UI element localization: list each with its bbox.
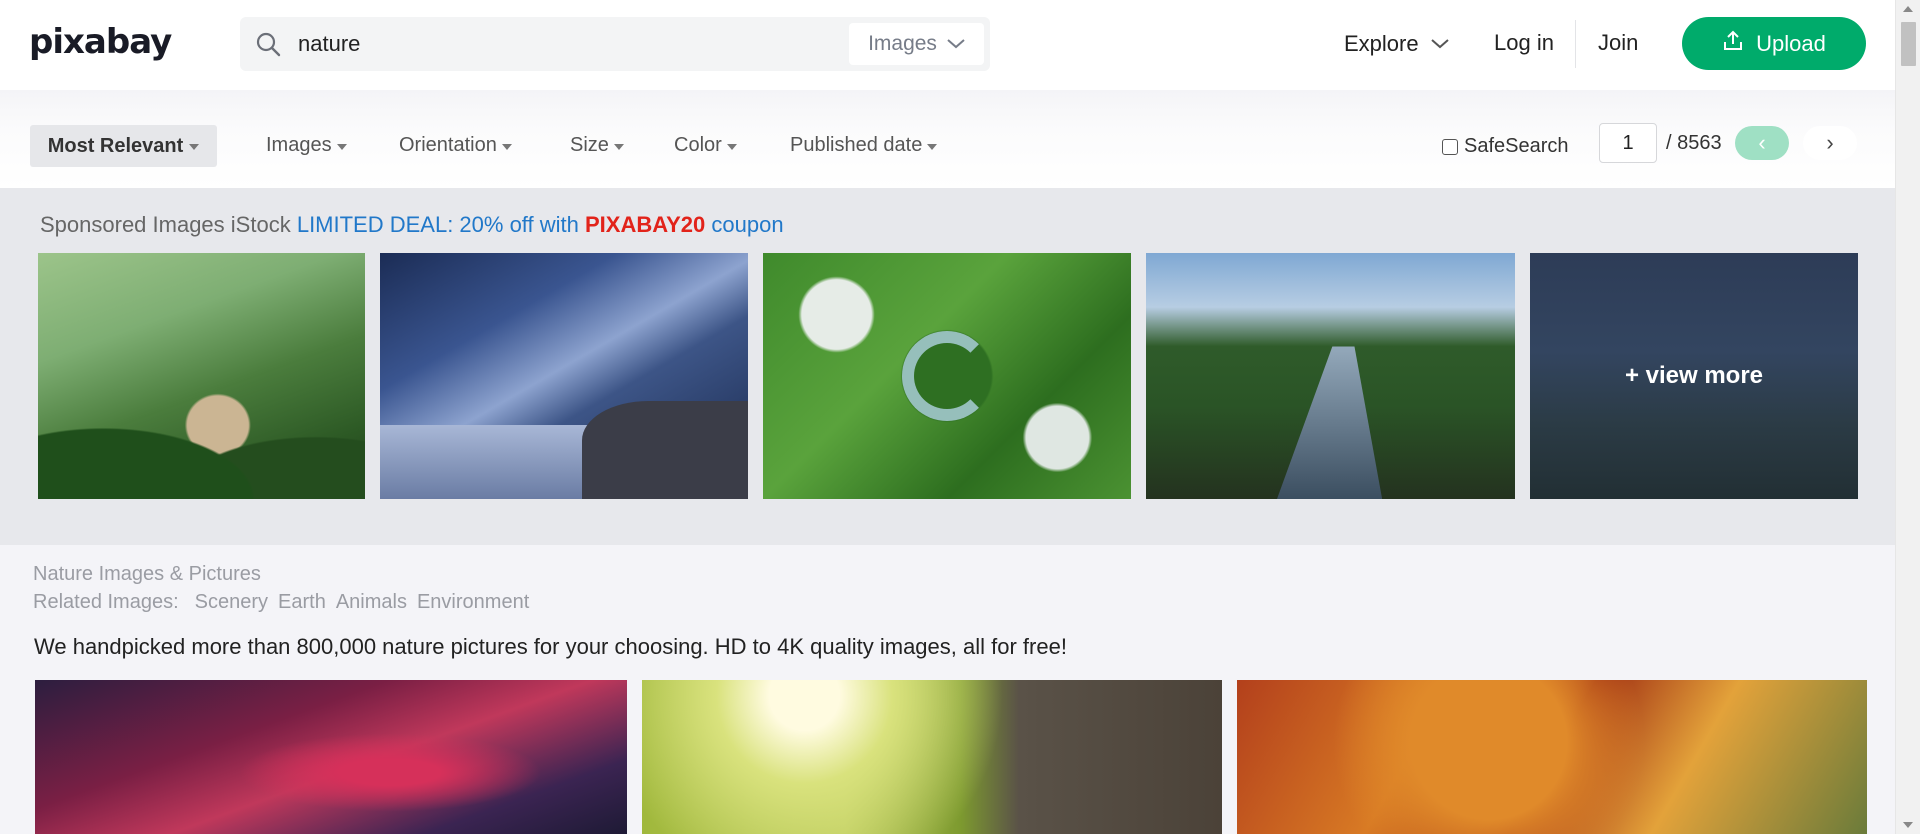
filter-label: Orientation: [399, 134, 497, 156]
related-link-animals[interactable]: Animals: [336, 591, 407, 614]
search-input[interactable]: [298, 25, 818, 63]
search-icon[interactable]: [254, 30, 282, 58]
result-image-sunlit-tree[interactable]: [642, 680, 1222, 834]
filter-label: Images: [266, 134, 332, 156]
explore-label: Explore: [1344, 31, 1419, 56]
filter-published-date[interactable]: Published date: [790, 134, 938, 157]
search-bar: Images: [240, 17, 990, 71]
intro-text: We handpicked more than 800,000 nature p…: [34, 634, 1067, 659]
filter-bar: Most Relevant Images Orientation Size Co…: [0, 90, 1895, 188]
filter-color[interactable]: Color: [674, 134, 737, 157]
scroll-down-arrow-icon[interactable]: [1903, 822, 1913, 828]
caret-down-icon: [927, 143, 938, 150]
upload-button[interactable]: Upload: [1682, 17, 1866, 70]
related-link-scenery[interactable]: Scenery: [195, 591, 268, 614]
page-title: Nature Images & Pictures: [33, 563, 261, 585]
search-type-dropdown[interactable]: Images: [849, 23, 984, 65]
results-section: Nature Images & Pictures Related Images:…: [0, 545, 1895, 834]
upload-icon: [1722, 30, 1744, 58]
nav-divider: [1575, 20, 1576, 68]
upload-label: Upload: [1756, 30, 1826, 56]
sponsored-section: Sponsored Images iStock LIMITED DEAL: 20…: [0, 188, 1895, 545]
result-image-autumn-forest[interactable]: [1237, 680, 1867, 834]
join-link[interactable]: Join: [1598, 30, 1638, 56]
related-images: Related Images: Scenery Earth Animals En…: [33, 591, 529, 614]
coupon-suffix: coupon: [711, 212, 784, 237]
related-label: Related Images:: [33, 591, 179, 613]
related-link-environment[interactable]: Environment: [417, 591, 529, 614]
coupon-code: PIXABAY20: [585, 212, 706, 237]
caret-down-icon: [501, 143, 512, 150]
safesearch-checkbox[interactable]: [1442, 138, 1458, 155]
previous-page-button[interactable]: ‹: [1735, 126, 1789, 160]
sponsored-prefix: Sponsored Images iStock: [40, 212, 291, 237]
filter-label: Color: [674, 134, 722, 156]
deal-link[interactable]: LIMITED DEAL: 20% off with PIXABAY20 cou…: [297, 212, 784, 237]
page-total: / 8563: [1666, 132, 1722, 154]
filter-label: Published date: [790, 134, 923, 156]
view-more-button[interactable]: + view more: [1530, 253, 1858, 499]
sort-dropdown[interactable]: Most Relevant: [30, 125, 217, 167]
safesearch-toggle[interactable]: SafeSearch: [1442, 135, 1569, 158]
login-link[interactable]: Log in: [1494, 30, 1554, 56]
scroll-up-arrow-icon[interactable]: [1903, 6, 1913, 12]
sponsored-image-forest-aerial[interactable]: [763, 253, 1131, 499]
chevron-down-icon: [1430, 39, 1449, 49]
chevron-down-icon: [947, 39, 965, 49]
view-more-label: + view more: [1624, 362, 1764, 389]
filter-size[interactable]: Size: [570, 134, 624, 157]
related-link-earth[interactable]: Earth: [278, 591, 326, 614]
explore-menu[interactable]: Explore: [1344, 27, 1449, 61]
caret-down-icon: [336, 143, 347, 150]
sort-label: Most Relevant: [47, 134, 184, 157]
top-header: pixabay Images Explore Log in Join Uploa…: [0, 0, 1895, 90]
scroll-thumb[interactable]: [1901, 22, 1916, 66]
sponsored-image-milky-way[interactable]: [380, 253, 748, 499]
caret-down-icon: [189, 144, 200, 150]
sponsored-image-plants[interactable]: [38, 253, 365, 499]
filter-orientation[interactable]: Orientation: [399, 134, 512, 157]
filter-images[interactable]: Images: [266, 134, 347, 157]
next-page-button[interactable]: ›: [1803, 126, 1857, 160]
page-scrollbar[interactable]: [1895, 0, 1920, 834]
page-number-input[interactable]: [1599, 123, 1657, 163]
caret-down-icon: [613, 143, 624, 150]
deal-text: LIMITED DEAL: 20% off with: [296, 212, 579, 237]
result-image-red-sky[interactable]: [35, 680, 627, 834]
caret-down-icon: [726, 143, 737, 150]
sponsored-banner: Sponsored Images iStock LIMITED DEAL: 20…: [40, 212, 784, 238]
filter-label: Size: [570, 134, 609, 156]
safesearch-label: SafeSearch: [1464, 135, 1569, 157]
search-type-label: Images: [868, 32, 937, 55]
sponsored-image-river[interactable]: [1146, 253, 1515, 499]
pixabay-logo[interactable]: pixabay: [29, 22, 172, 62]
